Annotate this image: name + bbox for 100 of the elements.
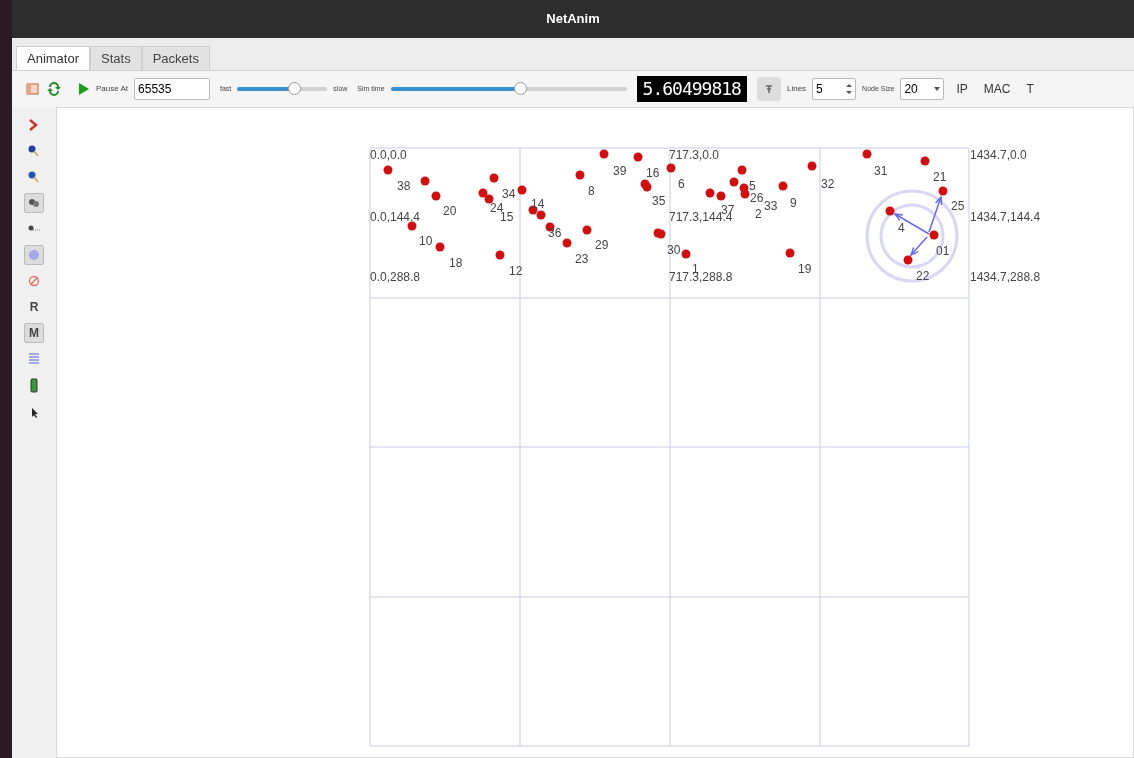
- node-label: 31: [874, 165, 888, 177]
- node-label: 6: [678, 178, 685, 190]
- node-dot[interactable]: [633, 152, 643, 162]
- node-dot[interactable]: [716, 191, 726, 201]
- caret-icon: [934, 87, 941, 91]
- node-dot[interactable]: [383, 165, 393, 175]
- tab[interactable]: Animator: [16, 46, 91, 70]
- time-display: 5.60499818: [636, 76, 747, 102]
- node-dot[interactable]: [862, 149, 872, 159]
- node-dot[interactable]: [656, 229, 666, 239]
- tab[interactable]: Packets: [141, 46, 210, 70]
- node-label: 10: [419, 235, 433, 247]
- pause-at-label: Pause At: [96, 83, 129, 95]
- node-dot[interactable]: [740, 189, 750, 199]
- lines-label: Lines: [786, 83, 807, 95]
- node-dot[interactable]: [407, 221, 417, 231]
- node-dot[interactable]: [431, 191, 441, 201]
- tab[interactable]: Stats: [90, 46, 142, 70]
- node-dot[interactable]: [562, 238, 572, 248]
- node-label: 5: [749, 180, 756, 192]
- node-label: 9: [790, 197, 797, 209]
- node-label: 24: [490, 202, 504, 214]
- node-dot[interactable]: [536, 210, 546, 220]
- node-dot[interactable]: [737, 165, 747, 175]
- play-icon[interactable]: [78, 83, 90, 95]
- toggle-button[interactable]: [24, 193, 44, 213]
- node-label: 23: [575, 253, 589, 265]
- zoom-in-icon[interactable]: [27, 143, 41, 159]
- node-label: 35: [652, 195, 666, 207]
- node-dot[interactable]: [575, 170, 585, 180]
- toggle-button[interactable]: [24, 245, 44, 265]
- toolbar-button[interactable]: MAC: [979, 80, 1015, 98]
- slider-handle[interactable]: [514, 82, 528, 95]
- node-label: 16: [646, 167, 660, 179]
- node-dot[interactable]: [495, 250, 505, 260]
- node-label: 33: [764, 200, 778, 212]
- node-dot[interactable]: [920, 156, 930, 166]
- stop-icon[interactable]: [27, 273, 41, 289]
- slider-handle[interactable]: [288, 82, 301, 95]
- node-dot[interactable]: [938, 186, 948, 196]
- node-dot[interactable]: [478, 188, 488, 198]
- node-size-dropdown[interactable]: 20: [900, 78, 945, 100]
- node-label: 32: [821, 178, 835, 190]
- node-label: 26: [750, 192, 764, 204]
- toolbar-button[interactable]: IP: [952, 80, 972, 98]
- node-label: 29: [595, 239, 609, 251]
- node-dot[interactable]: [778, 181, 788, 191]
- pin-button[interactable]: [756, 77, 781, 101]
- node-dot[interactable]: [929, 230, 939, 240]
- node-label: 8: [588, 185, 595, 197]
- node-label: 21: [933, 171, 947, 183]
- node-dot[interactable]: [885, 206, 895, 216]
- coordinate-label: 0.0,288.8: [370, 271, 421, 283]
- node-dot[interactable]: [729, 177, 739, 187]
- node-label: 14: [531, 198, 545, 210]
- node-dot[interactable]: [903, 255, 913, 265]
- lines-spinbox[interactable]: 5: [812, 78, 857, 100]
- node-dot[interactable]: [705, 188, 715, 198]
- node-label: 20: [443, 205, 457, 217]
- node-dot[interactable]: [420, 176, 430, 186]
- circle-icon: [27, 247, 41, 263]
- node-dot[interactable]: [489, 173, 499, 183]
- node-label: 36: [548, 227, 562, 239]
- coordinate-label: 717.3,144.4: [669, 211, 733, 223]
- node-label: 25: [951, 200, 965, 212]
- node-dot[interactable]: [807, 161, 817, 171]
- zoom-out-icon[interactable]: [27, 169, 41, 185]
- side-tool-button[interactable]: M: [24, 323, 44, 343]
- window-title: NetAnim: [546, 10, 600, 29]
- pause-at-field[interactable]: 65535: [134, 78, 211, 100]
- node-dot[interactable]: [484, 194, 494, 204]
- coordinate-label: 0.0,0.0: [370, 149, 407, 161]
- node-label: 18: [449, 257, 463, 269]
- battery-icon[interactable]: [27, 377, 41, 393]
- node-label: 2: [755, 208, 762, 220]
- coordinate-label: 1434.7,288.8: [970, 271, 1041, 283]
- node-dot[interactable]: [785, 248, 795, 258]
- node-label: 38: [397, 180, 411, 192]
- coordinate-label: 717.3,0.0: [669, 149, 720, 161]
- node-label: 39: [613, 165, 627, 177]
- coordinate-label: 1434.7,144.4: [970, 211, 1041, 223]
- node-label: 01: [936, 245, 950, 257]
- node-dot[interactable]: [582, 225, 592, 235]
- node-label: 34: [502, 188, 516, 200]
- refresh-icon[interactable]: [46, 81, 62, 97]
- node-dot[interactable]: [599, 149, 609, 159]
- node-label: 19: [798, 263, 812, 275]
- side-tool-button[interactable]: R: [24, 297, 44, 317]
- toolbar-button[interactable]: T: [1022, 80, 1038, 98]
- node-label: 12: [509, 265, 523, 277]
- node-dot[interactable]: [666, 163, 676, 173]
- coordinate-label: 1434.7,0.0: [970, 149, 1027, 161]
- node-dot[interactable]: [681, 249, 691, 259]
- coordinate-label: 717.3,288.8: [669, 271, 733, 283]
- coordinate-label: 0.0,144.4: [370, 211, 421, 223]
- node-label: 4: [898, 222, 905, 234]
- pin-icon: [763, 84, 774, 94]
- node-dot[interactable]: [435, 242, 445, 252]
- node-dot[interactable]: [517, 185, 527, 195]
- spin-arrows-icon: [846, 83, 853, 95]
